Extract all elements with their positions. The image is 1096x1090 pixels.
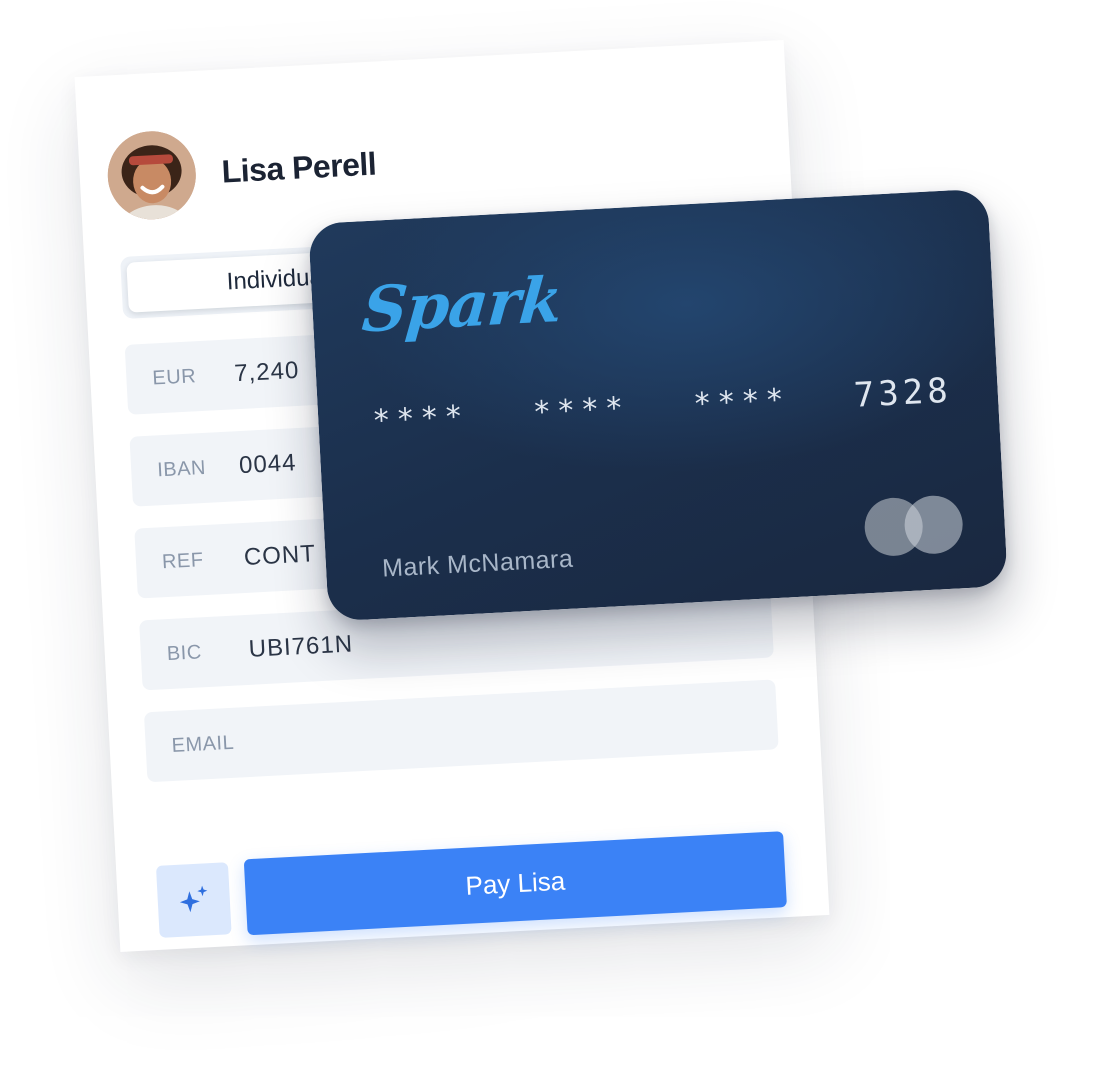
email-label: EMAIL — [171, 731, 235, 757]
bic-value: UBI761N — [248, 630, 354, 663]
card-number-group-2: **** — [532, 390, 630, 431]
card-holder-name: Mark McNamara — [381, 544, 574, 583]
pay-button[interactable]: Pay Lisa — [243, 831, 787, 936]
credit-card: Spark **** **** **** 7328 Mark McNamara — [308, 188, 1008, 622]
recipient-name: Lisa Perell — [220, 145, 378, 190]
amount-currency-label: EUR — [151, 364, 197, 390]
autofill-button[interactable] — [155, 862, 232, 938]
reference-label: REF — [161, 548, 205, 573]
sparkle-icon — [179, 885, 208, 913]
bic-label: BIC — [166, 640, 203, 665]
avatar-photo-icon — [105, 129, 199, 222]
card-number: **** **** **** 7328 — [371, 370, 953, 441]
email-field[interactable]: EMAIL — [143, 679, 779, 783]
mastercard-logo-icon — [863, 494, 966, 559]
card-number-last4: 7328 — [852, 370, 953, 416]
reference-value: CONT — [243, 540, 317, 571]
card-number-group-3: **** — [692, 381, 791, 422]
card-brand-logo: Spark — [359, 262, 565, 347]
card-number-group-1: **** — [371, 398, 470, 439]
iban-value: 0044 — [238, 449, 298, 480]
iban-label: IBAN — [156, 456, 207, 481]
recipient-profile: Lisa Perell — [105, 120, 379, 222]
avatar — [105, 129, 199, 222]
amount-value: 7,240 — [233, 356, 300, 388]
